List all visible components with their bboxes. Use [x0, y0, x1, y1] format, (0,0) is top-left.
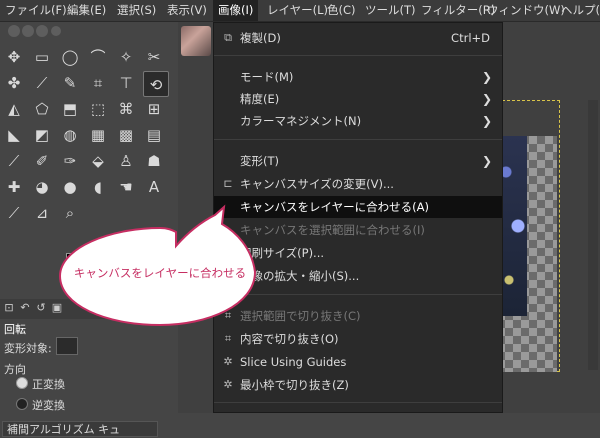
- color-picker-tool-icon[interactable]: ✎: [57, 70, 83, 96]
- menu-bar: ファイル(F) 編集(E) 選択(S) 表示(V) 画像(I) レイヤー(L) …: [0, 0, 600, 22]
- menu-separator: [214, 55, 502, 56]
- duplicate-icon: ⧉: [224, 31, 232, 44]
- text-align-tool-icon[interactable]: ⊤: [113, 70, 139, 96]
- menu-item-canvas-size[interactable]: ⊏ キャンバスサイズの変更(V)...: [214, 173, 502, 195]
- crop-tool-icon[interactable]: ⌗: [85, 70, 111, 96]
- mypaint-brush-tool-icon[interactable]: ◍: [57, 122, 83, 148]
- transform-target-label: 変形対象:: [4, 342, 52, 355]
- eraser-tool-icon[interactable]: ⬙: [85, 148, 111, 174]
- free-select-tool-icon[interactable]: ⌒: [85, 44, 111, 70]
- drop-tool-icon[interactable]: ●: [57, 174, 83, 200]
- layer-transform-button-icon[interactable]: [56, 337, 78, 355]
- pencil-tool-icon[interactable]: ▩: [113, 122, 139, 148]
- menu-separator: [214, 139, 502, 140]
- heal-tool-icon[interactable]: ♙: [113, 148, 139, 174]
- callout-text: キャンバスをレイヤーに合わせる: [73, 266, 247, 280]
- paths-tool-icon[interactable]: ⟋: [29, 70, 55, 96]
- tool-options-title: 回転: [4, 323, 26, 336]
- clone-tool-icon[interactable]: ▤: [141, 122, 167, 148]
- measure-tool-icon[interactable]: ⊿: [29, 200, 55, 226]
- dock-tabs: ⊡ ↶ ↺ ▣: [0, 299, 178, 319]
- crop-content-icon: ⌗: [224, 332, 232, 345]
- menu-file[interactable]: ファイル(F): [0, 0, 72, 21]
- ink-tool-icon[interactable]: ✐: [29, 148, 55, 174]
- chevron-right-icon: ❯: [481, 154, 492, 168]
- toolbox: ✥ ▭ ◯ ⌒ ✧ ✂ ✤ ⟋ ✎ ⌗ ⊤ ⟲ ◭ ⬠ ⬒ ⬚ ⌘ ⊞ ◣ ◩ …: [0, 22, 178, 437]
- image-tab-thumbnail[interactable]: [181, 26, 211, 56]
- airbrush-tool-icon[interactable]: ⟋: [1, 148, 27, 174]
- vertical-scrollbar[interactable]: [588, 100, 598, 370]
- cage-tool-icon[interactable]: ⬠: [29, 96, 55, 122]
- hand-tool-icon[interactable]: ☚: [113, 174, 139, 200]
- tool-options-tab-icon[interactable]: ⊡: [2, 301, 16, 316]
- menu-image[interactable]: 画像(I): [213, 0, 259, 21]
- chevron-right-icon: ❯: [481, 92, 492, 106]
- menu-colors[interactable]: 色(C): [322, 0, 361, 21]
- paintbrush-tool-icon[interactable]: ▦: [85, 122, 111, 148]
- rotate-tool-icon[interactable]: ⟲: [143, 71, 169, 97]
- menu-view[interactable]: 表示(V): [162, 0, 212, 21]
- canvas-size-icon: ⊏: [223, 177, 233, 190]
- menu-item-zealous-crop[interactable]: ✲ 最小枠で切り抜き(Z): [214, 374, 502, 396]
- perspective-tool-icon[interactable]: ⬒: [57, 96, 83, 122]
- menu-item-scale-image[interactable]: 画像の拡大・縮小(S)...: [214, 265, 502, 287]
- direction-label: 方向: [4, 363, 26, 376]
- color-picker-icon[interactable]: ⟋: [1, 200, 27, 226]
- zoom-tool-icon[interactable]: ⌕: [57, 200, 83, 226]
- scissors-tool-icon[interactable]: ✂: [141, 44, 167, 70]
- menu-separator: [214, 402, 502, 403]
- menu-separator: [214, 294, 502, 295]
- menu-tools[interactable]: ツール(T): [360, 0, 421, 21]
- flip-tool-icon[interactable]: ◭: [1, 96, 27, 122]
- menu-item-precision[interactable]: 精度(E) ❯: [214, 88, 502, 110]
- forward-radio[interactable]: [16, 377, 28, 389]
- backward-radio[interactable]: [16, 398, 28, 410]
- chevron-right-icon: ❯: [481, 114, 492, 128]
- menu-item-fit-canvas-to-selection[interactable]: キャンバスを選択範囲に合わせる(I): [214, 219, 502, 241]
- mypaint-tool-icon[interactable]: ✑: [57, 148, 83, 174]
- menu-item-slice-using-guides[interactable]: ✲ Slice Using Guides: [214, 351, 502, 373]
- menu-select[interactable]: 選択(S): [112, 0, 161, 21]
- menu-item-mode[interactable]: モード(M) ❯: [214, 66, 502, 88]
- burn-tool-icon[interactable]: ◖: [85, 174, 111, 200]
- menu-item-crop-to-content[interactable]: ⌗ 内容で切り抜き(O): [214, 328, 502, 350]
- bucket-fill-tool-icon[interactable]: ◣: [1, 122, 27, 148]
- ellipse-select-tool-icon[interactable]: ◯: [57, 44, 83, 70]
- menu-item-color-management[interactable]: カラーマネジメント(N) ❯: [214, 110, 502, 132]
- forward-label: 正変換: [32, 378, 65, 391]
- unified-transform-tool-icon[interactable]: ⬚: [85, 96, 111, 122]
- undo-tab-icon[interactable]: ↺: [34, 301, 48, 316]
- dodge-tool-icon[interactable]: ◕: [29, 174, 55, 200]
- gimp-logo-icon: [8, 25, 61, 37]
- rect-select-tool-icon[interactable]: ▭: [29, 44, 55, 70]
- menu-item-duplicate[interactable]: ⧉ 複製(D) Ctrl+D: [214, 27, 502, 49]
- chevron-right-icon: ❯: [481, 70, 492, 84]
- menu-item-crop-to-selection[interactable]: ⌗ 選択範囲で切り抜き(C): [214, 305, 502, 327]
- fuzzy-select-tool-icon[interactable]: ✧: [113, 44, 139, 70]
- plugin-gear-icon: ✲: [223, 355, 233, 368]
- crop-icon: ⌗: [224, 309, 232, 322]
- menu-item-fit-canvas-to-layers[interactable]: キャンバスをレイヤーに合わせる(A): [214, 196, 502, 218]
- images-tab-icon[interactable]: ▣: [50, 301, 64, 316]
- menu-item-transform[interactable]: 変形(T) ❯: [214, 150, 502, 172]
- move-tool-icon[interactable]: ✥: [1, 44, 27, 70]
- text-tool-icon[interactable]: A: [141, 174, 167, 200]
- gradient-tool-icon[interactable]: ◩: [29, 122, 55, 148]
- interpolation-select[interactable]: 補間アルゴリズム キュ: [2, 421, 158, 437]
- backward-label: 逆変換: [32, 399, 65, 412]
- foreground-select-tool-icon[interactable]: ✤: [1, 70, 27, 96]
- handle-transform-tool-icon[interactable]: ⊞: [141, 96, 167, 122]
- warp-transform-tool-icon[interactable]: ⌘: [113, 96, 139, 122]
- image-menu: ⧉ 複製(D) Ctrl+D モード(M) ❯ 精度(E) ❯ カラーマネジメン…: [213, 22, 503, 413]
- plugin-gear-icon: ✲: [223, 378, 233, 391]
- smudge-tool-icon[interactable]: ☗: [141, 148, 167, 174]
- device-status-tab-icon[interactable]: ↶: [18, 301, 32, 316]
- menu-help[interactable]: ヘルプ(H): [556, 0, 600, 21]
- blur-tool-icon[interactable]: ✚: [1, 174, 27, 200]
- menu-edit[interactable]: 編集(E): [62, 0, 111, 21]
- menu-item-print-size[interactable]: 印刷サイズ(P)...: [214, 242, 502, 264]
